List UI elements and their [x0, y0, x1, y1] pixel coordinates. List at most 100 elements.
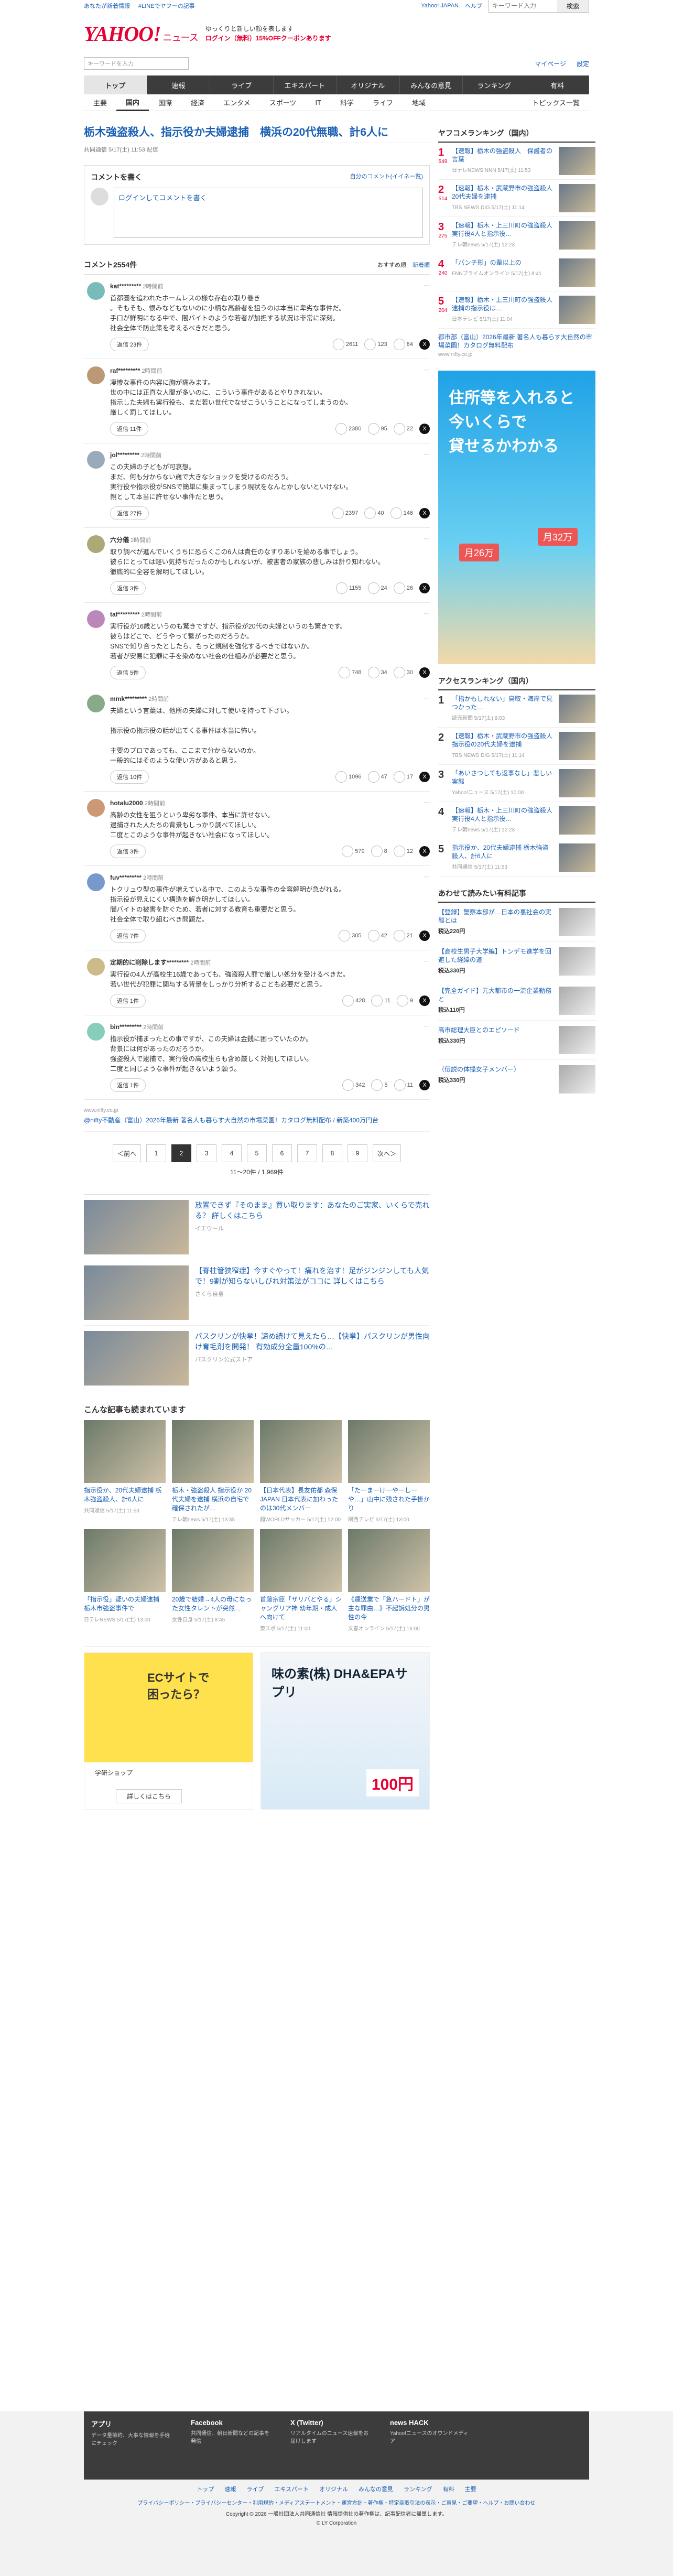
comment-input[interactable]: ログインしてコメントを書く: [114, 188, 423, 238]
page-2[interactable]: 2: [171, 1144, 191, 1162]
ranking-item[interactable]: 3 275 【速報】栃木・上三川町の強盗殺人 実行役4人と指示役… テレ朝news 5…: [438, 217, 595, 254]
also-read-item[interactable]: 「たーまーけーやーしーや…」山中に残された手掛かり 関西テレビ 5/17(土) 1…: [348, 1420, 430, 1523]
x-share-icon[interactable]: X: [419, 772, 430, 782]
also-read-item-title[interactable]: 指示役か、20代夫婦逮捕 栃木強盗殺人、計6人に: [84, 1486, 166, 1504]
reply-button[interactable]: 返信 10件: [110, 770, 149, 784]
comment-user[interactable]: taf*********: [110, 611, 140, 618]
reply-button[interactable]: 返信 11件: [110, 422, 149, 436]
pr-title[interactable]: 都市部（富山）2026年最新 著名人も暮らす大自然の市場菜園！カタログ無料配布: [438, 333, 595, 350]
empathy-button[interactable]: 748: [339, 667, 362, 678]
paid-article-item[interactable]: 【完全ガイド】元大都市の一流企業勤務と 税込110円: [438, 981, 595, 1021]
promo-title[interactable]: 放置できず『そのまま』買い取ります：あなたのご実家、いくらで売れる？ 詳しくはこ…: [195, 1200, 430, 1221]
footer-block-title[interactable]: X (Twitter): [290, 2419, 369, 2427]
comment-user[interactable]: mmk*********: [110, 695, 147, 702]
ranking-item[interactable]: 5 204 【速報】栃木・上三川町の強盗殺人 逮捕の指示役は… 日本テレビ 5/17(…: [438, 291, 595, 329]
nav-top[interactable]: トップ: [84, 75, 147, 94]
comment-user[interactable]: raf*********: [110, 367, 140, 374]
insight-button[interactable]: 5: [371, 1079, 388, 1091]
insight-button[interactable]: 95: [367, 423, 387, 435]
empathy-button[interactable]: 342: [342, 1079, 365, 1091]
page-4[interactable]: 4: [222, 1144, 242, 1162]
comment-user[interactable]: fuv*********: [110, 874, 142, 881]
empathy-button[interactable]: 2380: [335, 423, 362, 435]
reply-button[interactable]: 返信 1件: [110, 1078, 146, 1092]
idea-button[interactable]: 17: [393, 771, 413, 783]
cat-domestic[interactable]: 国内: [116, 94, 149, 111]
news-search-input[interactable]: キーワードを入力: [84, 57, 189, 70]
also-read-item-title[interactable]: 《運送業で「急ハードト」が主な罪由…》不起訴処分の男性の今: [348, 1595, 430, 1622]
inline-ad-text[interactable]: @nifty不動産（富山）2026年最新 著名人も暮らす大自然の市場菜園！カタロ…: [84, 1117, 378, 1124]
paid-article-item[interactable]: （伝説の体操女子メンバー） 税込330円: [438, 1060, 595, 1099]
x-share-icon[interactable]: X: [419, 846, 430, 857]
reply-button[interactable]: 返信 3件: [110, 581, 146, 595]
also-read-item[interactable]: 【日本代表】長友佑都 森保JAPAN 日本代表に加わったのは30代メンバー 超WO…: [260, 1420, 342, 1523]
pr-item[interactable]: 都市部（富山）2026年最新 著名人も暮らす大自然の市場菜園！カタログ無料配布 w…: [438, 329, 595, 362]
paid-article-item[interactable]: 【高校生男子大学編】トンデモ進学を回避した経緯の道 税込330円: [438, 942, 595, 981]
page-1[interactable]: 1: [146, 1144, 166, 1162]
comment-menu-icon[interactable]: ⋯: [424, 282, 430, 290]
footer-link[interactable]: 速報: [224, 2485, 236, 2493]
comment-menu-icon[interactable]: ⋯: [424, 366, 430, 375]
comment-menu-icon[interactable]: ⋯: [424, 1023, 430, 1031]
ranking-item[interactable]: 2 514 【速報】栃木・武蔵野市の強盗殺人 20代夫婦を逮捕 TBS NEWS DI…: [438, 180, 595, 217]
cat-it[interactable]: IT: [306, 99, 331, 106]
footer-block[interactable]: Facebook 共同通信、朝日新聞などの記事を発信: [191, 2419, 269, 2472]
idea-button[interactable]: 30: [393, 667, 413, 678]
paid-article-title[interactable]: 【登録】警察本部が…日本の裏社会の実態とは: [438, 908, 555, 925]
footer-block-title[interactable]: Facebook: [191, 2419, 269, 2427]
cat-economy[interactable]: 経済: [181, 98, 214, 107]
nav-live[interactable]: ライブ: [210, 75, 274, 94]
yahoo-japan-link[interactable]: Yahoo! JAPAN: [421, 3, 459, 9]
footer-link[interactable]: みんなの意見: [359, 2485, 393, 2493]
reply-button[interactable]: 返信 27件: [110, 506, 149, 520]
sidebar-ad[interactable]: 住所等を入れると 今いくらで 貸せるかわかる 月26万 月32万: [438, 371, 595, 664]
rank-title[interactable]: 「パンチ形」の輩以上の: [452, 258, 555, 267]
mypage-link[interactable]: マイページ: [535, 59, 566, 68]
access-title[interactable]: 「あいさつしても返事なし」悲しい実態: [452, 769, 555, 786]
footer-block[interactable]: X (Twitter) リアルタイムのニュース速報をお届けします: [290, 2419, 369, 2472]
comment-user[interactable]: 定期的に削除します*********: [110, 959, 189, 966]
footer-link[interactable]: 有料: [443, 2485, 454, 2493]
comment-user[interactable]: hotalu2000: [110, 799, 143, 807]
reply-button[interactable]: 返信 3件: [110, 845, 146, 858]
comment-menu-icon[interactable]: ⋯: [424, 610, 430, 619]
insight-button[interactable]: 40: [364, 507, 384, 519]
access-title[interactable]: 「指かもしれない」鳥取・海岸で見つかった…: [452, 695, 555, 711]
x-share-icon[interactable]: X: [419, 667, 430, 678]
comment-menu-icon[interactable]: ⋯: [424, 535, 430, 544]
comment-user[interactable]: 六分儀: [110, 536, 129, 544]
paid-article-title[interactable]: （伝説の体操女子メンバー）: [438, 1065, 555, 1074]
paid-article-title[interactable]: 高市総理大臣とのエピソード: [438, 1026, 555, 1034]
ranking-item[interactable]: 4 240 「パンチ形」の輩以上の FNNプライムオンライン 5/17(土) 8:41: [438, 254, 595, 291]
nav-paid[interactable]: 有料: [526, 75, 589, 94]
topics-list-link[interactable]: トピックス一覧: [523, 98, 589, 107]
access-item[interactable]: 3 「あいさつしても返事なし」悲しい実態 Yahoo!ニュース 5/17(土) 10…: [438, 765, 595, 802]
top-link-2[interactable]: #LINEでヤフーの記事: [138, 2, 195, 10]
insight-button[interactable]: 42: [367, 930, 387, 941]
idea-button[interactable]: 22: [393, 423, 413, 435]
access-title[interactable]: 指示役か、20代夫婦逮捕 栃木強盗殺人、計6人に: [452, 843, 555, 860]
promo-item[interactable]: 【脊柱管狭窄症】今すぐやって！痛れを治す！足がジンジンしても人気で！9割が知らな…: [84, 1260, 430, 1326]
also-read-item[interactable]: 「指示役」疑いの夫婦逮捕 栃木市強盗事件で 日テレNEWS 5/17(土) 13:…: [84, 1529, 166, 1632]
footer-policy-links[interactable]: プライバシーポリシー・プライバシーセンター・利用規約・メディアステートメント・運…: [0, 2498, 673, 2506]
comment-menu-icon[interactable]: ⋯: [424, 799, 430, 807]
insight-button[interactable]: 123: [364, 339, 387, 350]
page-8[interactable]: 8: [322, 1144, 342, 1162]
also-read-item[interactable]: 栃木・強盗殺人 指示役か 20代夫婦を逮捕 横浜の自宅で確保されたが… テレ朝ne…: [172, 1420, 254, 1523]
x-share-icon[interactable]: X: [419, 1080, 430, 1090]
also-read-item-title[interactable]: 「指示役」疑いの夫婦逮捕 栃木市強盗事件で: [84, 1595, 166, 1613]
insight-button[interactable]: 47: [367, 771, 387, 783]
footer-block[interactable]: アプリ データ量節約、大事な情報を手軽にチェック: [91, 2419, 170, 2472]
reply-button[interactable]: 返信 23件: [110, 338, 149, 351]
empathy-button[interactable]: 428: [342, 995, 365, 1006]
x-share-icon[interactable]: X: [419, 583, 430, 593]
bottom-ad-dha[interactable]: 味の素(株) DHA&EPAサプリ 100円: [260, 1652, 430, 1810]
bottom-ad-ec[interactable]: ECサイトで困ったら？ 学研ショップ 詳しくはこちら: [84, 1652, 253, 1810]
empathy-button[interactable]: 1155: [335, 582, 362, 594]
idea-button[interactable]: 12: [393, 846, 413, 857]
nav-ranking[interactable]: ランキング: [463, 75, 526, 94]
top-search-input[interactable]: [489, 0, 557, 12]
empathy-button[interactable]: 2397: [332, 507, 358, 519]
promo-item[interactable]: パスクリンが快挙！諦め続けて見えたら…【快挙】パスクリンが男性向け育毛剤を開発！…: [84, 1326, 430, 1391]
login-to-comment-link[interactable]: ログインしてコメントを書く: [118, 194, 207, 202]
